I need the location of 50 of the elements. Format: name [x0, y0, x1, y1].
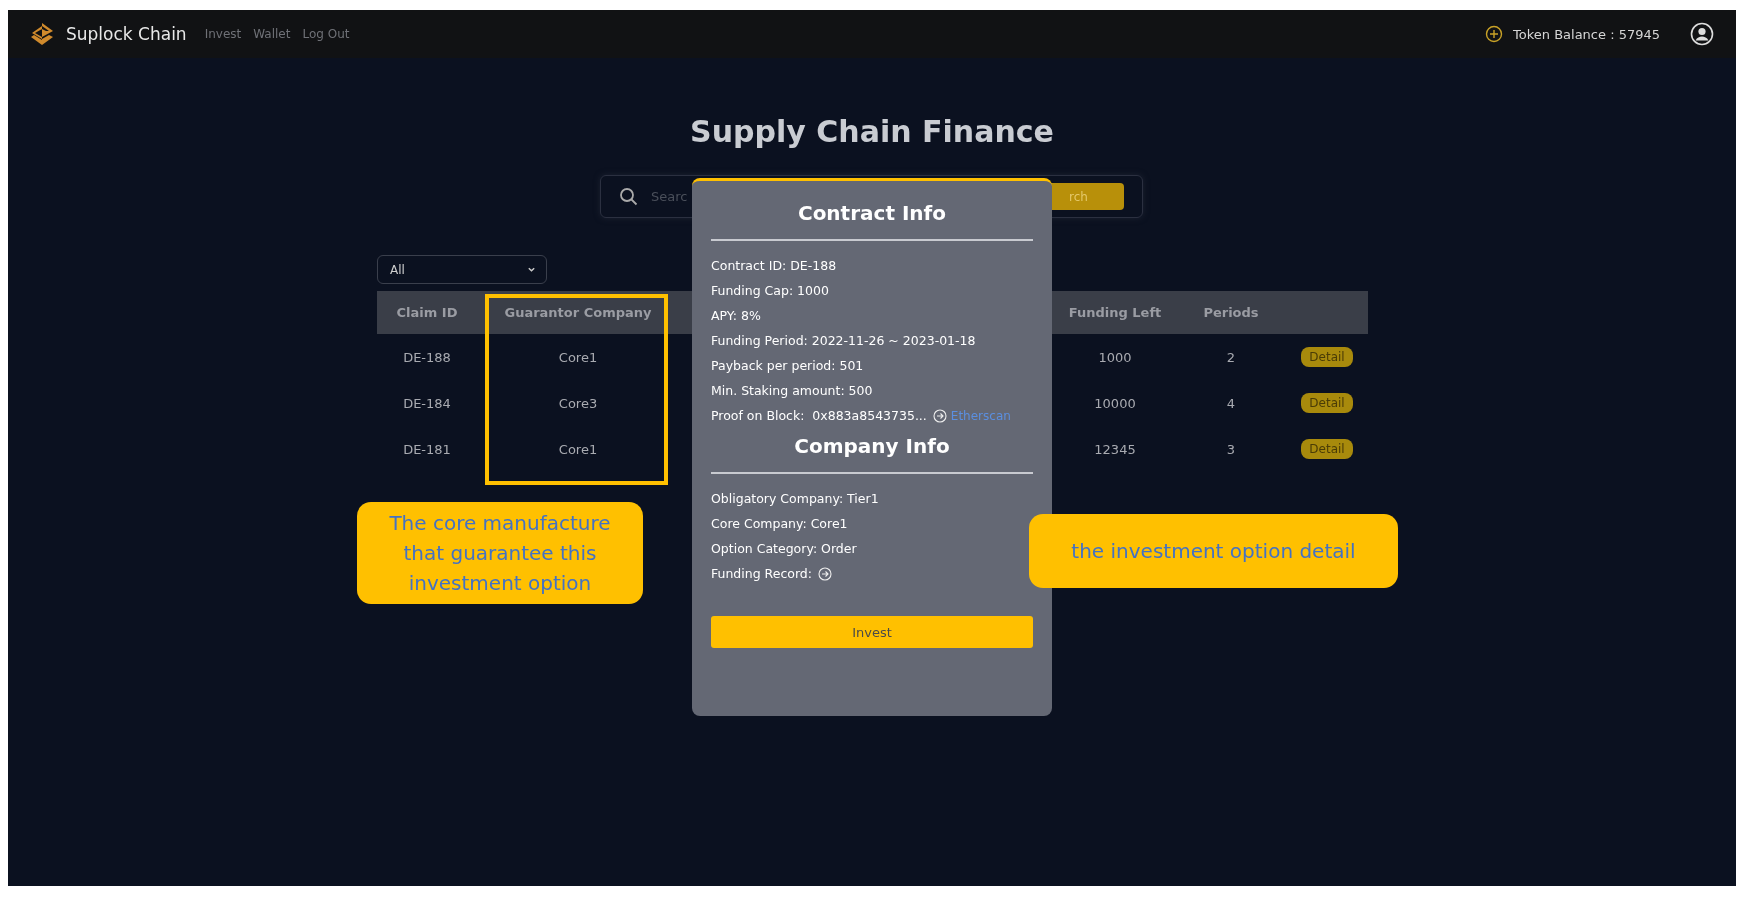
column-header: Funding Left: [1067, 305, 1163, 320]
info-line: Option Category: Order: [711, 541, 857, 556]
table-cell-text: 4: [1225, 395, 1237, 411]
nav-link[interactable]: Wallet: [253, 27, 291, 41]
brand-name: Suplock Chain: [66, 24, 187, 44]
info-line: Obligatory Company: Tier1: [711, 491, 879, 506]
column-header: Guarantor Company: [503, 305, 653, 320]
token-balance: Token Balance : 57945: [1513, 26, 1660, 42]
search-icon: [619, 186, 639, 207]
info-line: Funding Record:: [711, 566, 812, 581]
plus-circle-icon[interactable]: [1485, 25, 1504, 43]
table-cell-text: Core1: [557, 441, 599, 457]
section-title: Company Info: [793, 433, 951, 460]
table-cell-text: DE-184: [402, 395, 452, 411]
table-cell-text: Core1: [557, 349, 599, 365]
info-line: Min. Staking amount: 500: [711, 383, 873, 398]
detail-button[interactable]: Detail: [1301, 347, 1353, 367]
detail-button[interactable]: Detail: [1301, 393, 1353, 413]
table-cell-text: 12345: [1093, 441, 1137, 457]
table-cell-text: 3: [1225, 441, 1237, 457]
info-line: APY: 8%: [711, 308, 761, 323]
table-cell-text: DE-181: [402, 441, 452, 457]
info-line: Proof on Block: 0x883a8543735...: [711, 408, 927, 423]
table-cell-text: Core3: [557, 395, 599, 411]
filter-dropdown[interactable]: All: [377, 255, 547, 284]
table-cell-text: 1000: [1097, 349, 1133, 365]
callout-note: The core manufacture that guarantee this investment option: [357, 502, 643, 604]
nav-link[interactable]: Log Out: [302, 27, 350, 41]
detail-button[interactable]: Detail: [1301, 439, 1353, 459]
info-line: Funding Period: 2022-11-26 ~ 2023-01-18: [711, 333, 976, 348]
invest-button[interactable]: Invest: [711, 616, 1033, 648]
info-line: Contract ID: DE-188: [711, 258, 837, 273]
info-line: Core Company: Core1: [711, 516, 848, 531]
nav-link[interactable]: Invest: [204, 27, 242, 41]
section-title: Contract Info: [796, 200, 948, 227]
page-title: Supply Chain Finance: [689, 113, 1055, 151]
column-header: Claim ID: [395, 305, 459, 320]
column-header: Periods: [1202, 305, 1260, 320]
search-field[interactable]: Searc: [651, 189, 731, 204]
table-cell-text: 2: [1225, 349, 1237, 365]
arrow-circle-icon[interactable]: [932, 408, 947, 423]
info-line: Payback per period: 501: [711, 358, 864, 373]
logo-icon: [30, 22, 54, 46]
user-avatar-icon[interactable]: [1690, 22, 1714, 46]
callout-note: the investment option detail: [1029, 514, 1398, 588]
arrow-circle-icon[interactable]: [818, 566, 832, 581]
chevron-down-icon: [527, 265, 536, 274]
info-line: Funding Cap: 1000: [711, 283, 829, 298]
table-cell-text: 10000: [1093, 395, 1137, 411]
table-cell-text: DE-188: [402, 349, 452, 365]
